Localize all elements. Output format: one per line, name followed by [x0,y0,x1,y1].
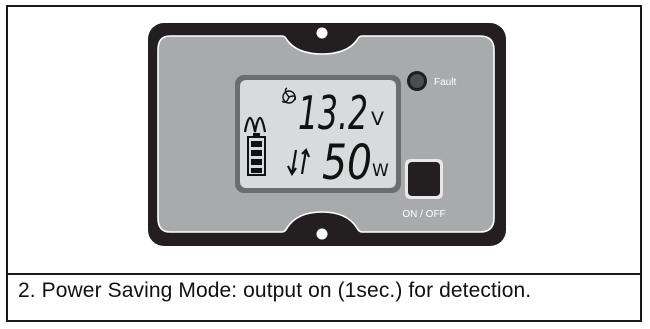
fault-label: Fault [434,77,456,88]
power-button[interactable] [408,162,440,196]
voltage-unit: V [371,108,384,130]
voltage-readout: 13.2 [298,86,368,140]
power-readout: 50 [322,135,372,191]
power-button-label: ON / OFF [402,209,445,220]
power-unit: W [372,161,389,181]
bottom-mounting-hole [316,228,328,240]
fault-led [410,74,424,88]
top-mounting-hole [316,27,328,39]
figure-caption: 2. Power Saving Mode: output on (1sec.) … [18,279,532,302]
